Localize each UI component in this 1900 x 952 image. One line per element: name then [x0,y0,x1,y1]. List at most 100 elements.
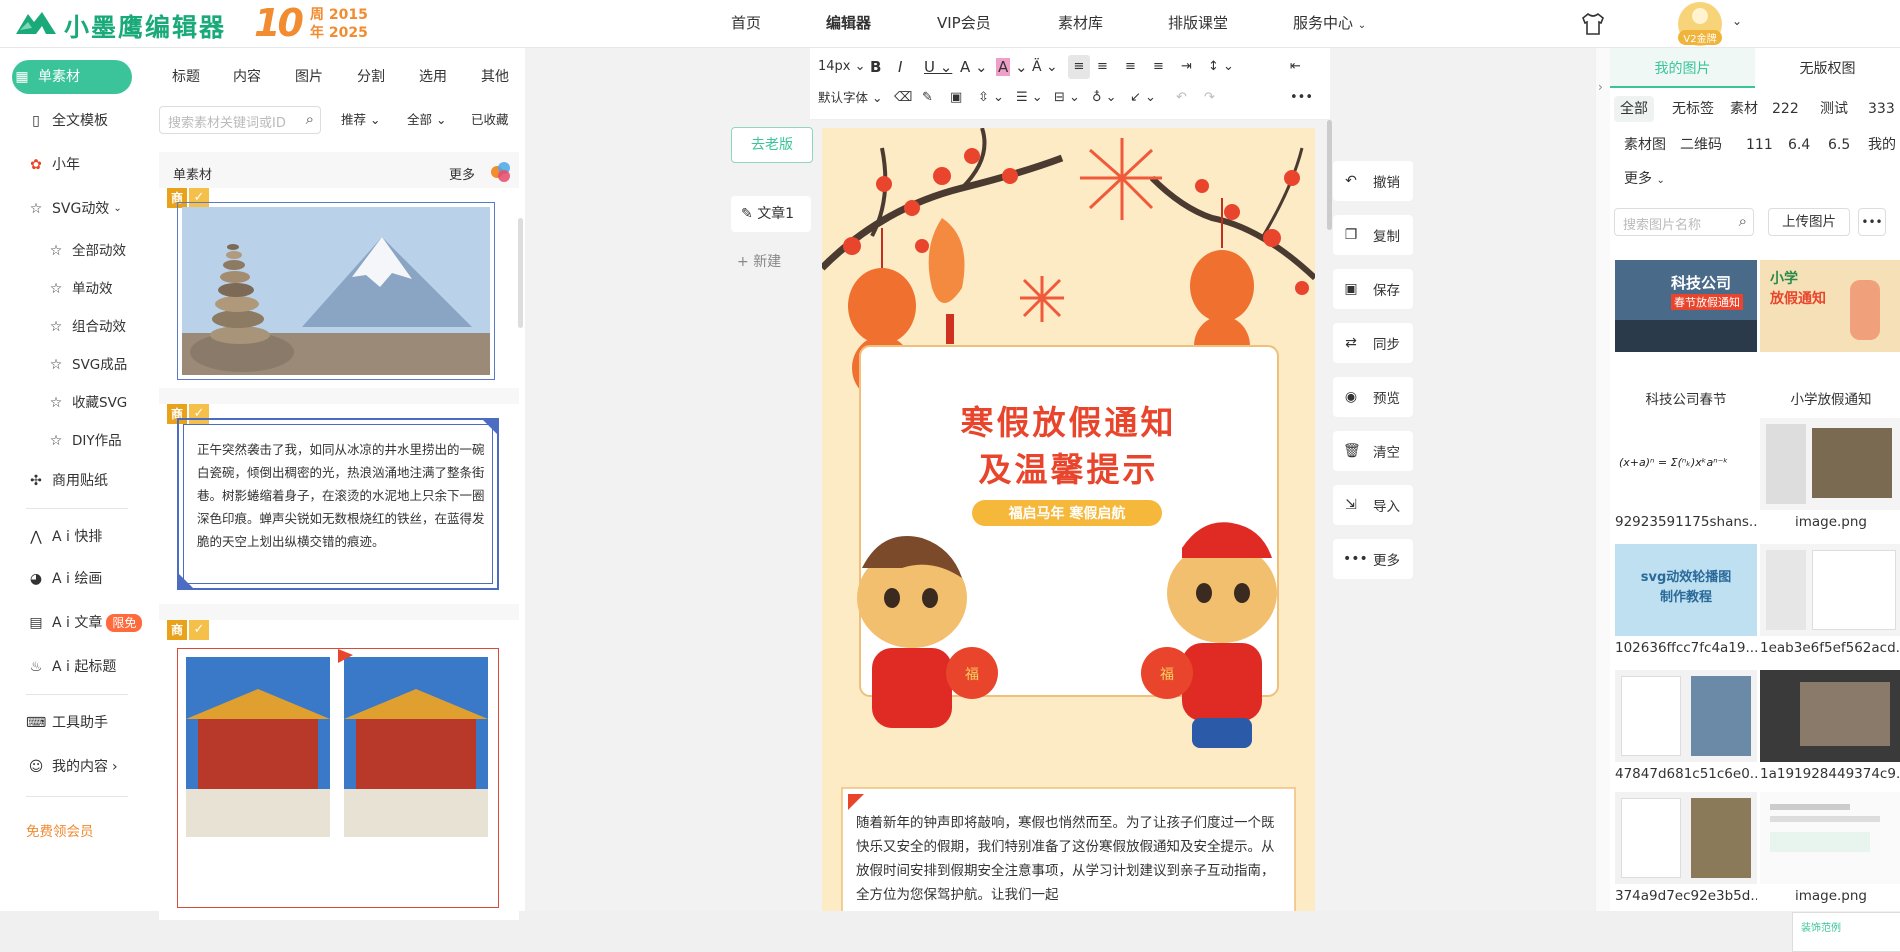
brand-name[interactable]: 小墨鹰编辑器 [64,8,226,44]
sidebar-item-my-content[interactable]: ☺ 我的内容 › [26,750,146,784]
upload-image-button[interactable]: 上传图片 [1768,208,1850,236]
image-thumb[interactable] [1615,792,1757,884]
line-height-icon[interactable]: ↕ ⌄ [1208,55,1234,79]
poster-ribbon[interactable]: 福启马年 寒假启航 [972,503,1162,523]
tag-333[interactable]: 333 [1868,96,1895,122]
poster-body[interactable]: 随着新年的钟声即将敲响，寒假也悄然而至。为了让孩子们度过一个既快乐又安全的假期，… [856,811,1286,907]
canvas-scrollbar[interactable] [1327,120,1332,230]
font-color-icon[interactable]: A ⌄ [960,55,988,79]
italic-icon[interactable]: I [898,55,902,79]
nav-classroom[interactable]: 排版课堂 [1168,0,1228,46]
image-thumb[interactable] [1760,670,1900,762]
arrow-icon[interactable]: ↙ ⌄ [1130,86,1156,110]
sidebar-item-tools[interactable]: ⌨ 工具助手 [26,706,146,740]
bold-icon[interactable]: B [870,55,881,79]
tab-content[interactable]: 内容 [233,66,261,86]
sync-button[interactable]: ⇄ 同步 [1333,323,1413,363]
more-options-icon[interactable]: ••• [1858,208,1886,236]
article-canvas[interactable]: 福 福 寒假放假通知 及温馨提示 福启马年 寒假启航 随着新年的钟声即将敲响，寒… [822,128,1315,911]
sidebar-item-ai-layout[interactable]: ⋀ A i 快排 [26,520,146,554]
avatar[interactable]: V2金牌 [1678,2,1722,46]
poster-title-line1[interactable]: 寒假放假通知 [822,396,1315,444]
undo-button[interactable]: ↶ 撤销 [1333,161,1413,201]
tag-untagged[interactable]: 无标签 [1672,96,1714,122]
tag-111[interactable]: 111 [1746,132,1773,158]
shirt-icon[interactable] [1580,12,1606,36]
align-center-icon[interactable]: ≡ [1097,55,1108,79]
tag-mine[interactable]: 我的 [1868,132,1896,158]
free-vip-link[interactable]: 免费领会员 [26,820,94,840]
copy-button[interactable]: ❐ 复制 [1333,215,1413,255]
sidebar-item-ai-article[interactable]: ▤ A i 文章 限免 [26,606,146,640]
sidebar-item-templates[interactable]: ▯ 全文模板 [26,104,146,138]
scrollbar[interactable] [518,218,523,328]
justify-icon[interactable]: ≡ [1153,55,1164,79]
bulb-icon[interactable]: ♁ ⌄ [1092,86,1117,110]
font-family-select[interactable]: 默认字体 ⌄ [818,86,882,110]
more-button[interactable]: ••• 更多 [1333,539,1413,579]
nav-vip[interactable]: VIP会员 [937,0,991,46]
image-thumb[interactable]: 小学 放假通知 [1760,260,1900,352]
sidebar-item-ai-paint[interactable]: ◕ A i 绘画 [26,562,146,596]
clear-button[interactable]: 🗑 清空 [1333,431,1413,471]
sidebar-item-stickers[interactable]: ✣ 商用贴纸 [26,464,146,498]
collapse-toolbar-icon[interactable]: ⇤ [1290,55,1301,79]
tab-article-1[interactable]: ✎ 文章1 [731,196,811,232]
tag-qrcode[interactable]: 二维码 [1680,132,1722,158]
format-brush-icon[interactable]: ✎ [922,86,933,110]
favorited-filter[interactable]: 已收藏 [465,106,515,134]
sidebar-item-xiaonian[interactable]: ✿ 小年 [26,148,146,182]
chevron-right-icon[interactable]: › [1598,80,1603,94]
sort-dropdown[interactable]: 推荐 ⌄ [335,106,386,134]
poster-title-line2[interactable]: 及温馨提示 [822,443,1315,491]
image-thumb[interactable]: 科技公司 春节放假通知 [1615,260,1757,352]
font-size-select[interactable]: 14px ⌄ [818,55,866,79]
image-icon[interactable]: ▣ [950,86,962,110]
nav-editor[interactable]: 编辑器 [826,0,871,46]
sidebar-item-svg[interactable]: ☆ SVG动效 ⌄ [26,192,146,226]
indent-icon[interactable]: ⇥ [1181,55,1192,79]
sidebar-item-single-material[interactable]: ▦ 单素材 [12,60,132,94]
underline-icon[interactable]: U ⌄ [924,55,952,79]
filter-dropdown[interactable]: 全部 ⌄ [401,106,452,134]
nav-home[interactable]: 首页 [731,0,761,46]
image-thumb[interactable] [1760,418,1900,510]
search-icon[interactable]: ⌕ [306,110,314,128]
tab-other[interactable]: 其他 [481,66,509,86]
more-icon[interactable]: ••• [1290,86,1313,110]
material-card[interactable]: 商 ✓ 正午突然袭击了我，如同从冰凉的井水里捞出的一碗白瓷碗，倾倒出稠密的光，热… [159,404,519,604]
tab-divider[interactable]: 分割 [357,66,385,86]
paragraph-spacing-icon[interactable]: ⇳ ⌄ [978,86,1004,110]
eagle-logo-icon[interactable] [14,8,58,38]
new-article-button[interactable]: + 新建 [731,248,811,276]
image-thumb[interactable] [1760,544,1900,636]
tab-title[interactable]: 标题 [172,66,200,86]
tag-material-image[interactable]: 素材图 [1624,132,1666,158]
sidebar-item-ai-title[interactable]: ♨ A i 起标题 [26,650,146,684]
tab-image[interactable]: 图片 [295,66,323,86]
tag-222[interactable]: 222 [1772,96,1799,122]
border-icon[interactable]: ⊟ ⌄ [1054,86,1080,110]
tag-test[interactable]: 测试 [1820,96,1848,122]
palette-icon[interactable] [491,162,511,182]
collapse-rail[interactable]: › [1596,48,1610,911]
old-version-button[interactable]: 去老版 [731,127,813,163]
save-button[interactable]: ▣ 保存 [1333,269,1413,309]
image-thumb[interactable]: (x+a)ⁿ = Σ(ⁿₖ)xᵏaⁿ⁻ᵏ [1615,418,1757,510]
tag-6-5[interactable]: 6.5 [1828,132,1850,158]
image-thumb[interactable] [1760,792,1900,884]
material-search-input[interactable]: 搜索素材关键词或ID ⌕ [159,106,321,134]
redo-icon[interactable]: ↷ [1204,86,1215,110]
eraser-icon[interactable]: ⌫ [894,86,912,110]
align-right-icon[interactable]: ≡ [1125,55,1136,79]
nav-materials[interactable]: 素材库 [1058,0,1103,46]
align-left-icon[interactable]: ≡ [1068,55,1090,79]
tab-copyright-free[interactable]: 无版权图 [1755,48,1900,88]
chevron-down-icon[interactable]: ⌄ [1732,14,1742,28]
import-button[interactable]: ⇲ 导入 [1333,485,1413,525]
image-thumb[interactable]: svg动效轮播图 制作教程 [1615,544,1757,636]
tab-my-images[interactable]: 我的图片 [1610,48,1755,88]
image-search-input[interactable]: 搜索图片名称 ⌕ [1614,208,1754,236]
tag-all[interactable]: 全部 [1614,96,1654,122]
image-thumb[interactable]: 装饰范例 [1792,912,1900,952]
